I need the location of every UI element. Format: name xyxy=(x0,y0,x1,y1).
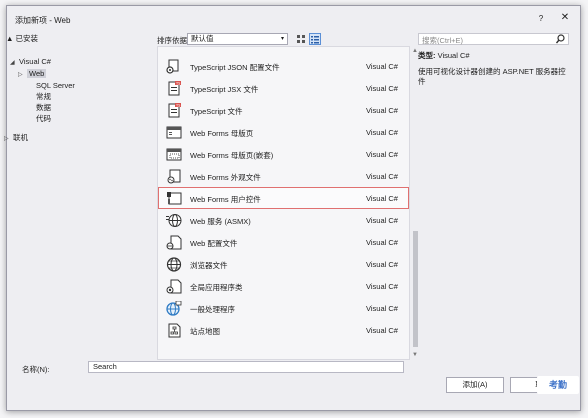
list-item-selected[interactable]: Web Forms 用户控件 Visual C# xyxy=(158,187,409,209)
scroll-down-arrow-icon[interactable]: ▼ xyxy=(412,352,418,358)
generic-handler-icon xyxy=(166,301,182,316)
list-item[interactable]: Web Forms 母版页(嵌套) Visual C# xyxy=(158,143,409,165)
list-item[interactable]: Web Forms 外观文件 Visual C# xyxy=(158,165,409,187)
web-config-icon xyxy=(166,235,182,250)
tree-item-sql-server[interactable]: SQL Server xyxy=(36,80,75,91)
svg-text:TS: TS xyxy=(175,104,181,108)
list-item[interactable]: Web 服务 (ASMX) Visual C# xyxy=(158,209,409,231)
svg-text:TS: TS xyxy=(175,82,181,86)
scrollbar-thumb[interactable] xyxy=(413,231,418,347)
typescript-jsx-file-icon: TS xyxy=(166,81,182,96)
name-input[interactable]: Search xyxy=(88,361,404,373)
installed-header[interactable]: ▲ 已安装 xyxy=(6,33,38,44)
chevron-down-icon: ▾ xyxy=(280,36,284,42)
sort-dropdown[interactable]: 默认值 ▾ xyxy=(187,33,288,45)
category-tree: ◢ Visual C# ▷ Web SQL Server 常规 数据 代码 ▷ 联机 xyxy=(4,46,153,360)
tree-item-code[interactable]: 代码 xyxy=(36,113,51,124)
nested-master-page-icon xyxy=(166,147,182,162)
site-map-icon xyxy=(166,323,182,338)
add-button[interactable]: 添加(A) xyxy=(446,377,504,393)
list-item[interactable]: TypeScript JSON 配置文件 Visual C# xyxy=(158,55,409,77)
description-text: 使用可视化设计器创建的 ASP.NET 服务器控件 xyxy=(418,67,566,86)
type-value: Visual C# xyxy=(437,51,470,60)
search-icon[interactable] xyxy=(556,34,565,44)
tree-item-online[interactable]: ▷ 联机 xyxy=(4,132,28,143)
grid-view-icon[interactable] xyxy=(295,33,307,45)
dialog-title: 添加新项 - Web xyxy=(15,16,71,25)
list-item[interactable]: TS TypeScript JSX 文件 Visual C# xyxy=(158,77,409,99)
user-control-icon xyxy=(166,191,182,206)
tree-item-visual-csharp[interactable]: ◢ Visual C# xyxy=(10,56,51,67)
list-item[interactable]: 站点地图 Visual C# xyxy=(158,319,409,341)
global-application-class-icon xyxy=(166,279,182,294)
name-label: 名称(N): xyxy=(22,365,50,374)
tree-item-general[interactable]: 常规 xyxy=(36,91,51,102)
list-item[interactable]: Web Forms 母版页 Visual C# xyxy=(158,121,409,143)
title-bar: 添加新项 - Web ? ✕ xyxy=(7,6,580,32)
watermark-logo: 考勤 xyxy=(537,376,579,394)
web-service-icon xyxy=(166,213,182,228)
template-list: TypeScript JSON 配置文件 Visual C# TS TypeSc… xyxy=(157,46,410,360)
list-item[interactable]: TS TypeScript 文件 Visual C# xyxy=(158,99,409,121)
search-input[interactable]: 搜索(Ctrl+E) xyxy=(422,35,463,46)
tree-item-web[interactable]: ▷ Web xyxy=(18,68,47,79)
close-button[interactable]: ✕ xyxy=(558,12,572,23)
collapsed-triangle-icon: ▷ xyxy=(4,136,9,142)
typescript-json-config-icon xyxy=(166,59,182,74)
collapsed-triangle-icon: ▷ xyxy=(18,72,23,78)
browser-file-icon xyxy=(166,257,182,272)
list-item[interactable]: 一般处理程序 Visual C# xyxy=(158,297,409,319)
description-type: 类型: Visual C# xyxy=(418,50,569,61)
typescript-file-icon: TS xyxy=(166,103,182,118)
type-label: 类型: xyxy=(418,51,436,60)
help-button[interactable]: ? xyxy=(534,14,548,23)
skin-file-icon xyxy=(166,169,182,184)
search-box[interactable]: 搜索(Ctrl+E) xyxy=(418,33,569,45)
description-panel: 类型: Visual C# 使用可视化设计器创建的 ASP.NET 服务器控件 xyxy=(418,50,569,87)
list-view-icon[interactable] xyxy=(309,33,321,45)
master-page-icon xyxy=(166,125,182,140)
list-item[interactable]: 浏览器文件 Visual C# xyxy=(158,253,409,275)
tree-item-data[interactable]: 数据 xyxy=(36,102,51,113)
template-list-scrollbar[interactable]: ▲ ▼ xyxy=(411,46,420,360)
sort-value: 默认值 xyxy=(191,34,214,43)
list-item[interactable]: Web 配置文件 Visual C# xyxy=(158,231,409,253)
list-item[interactable]: 全局应用程序类 Visual C# xyxy=(158,275,409,297)
sort-label: 排序依据: xyxy=(157,36,190,45)
